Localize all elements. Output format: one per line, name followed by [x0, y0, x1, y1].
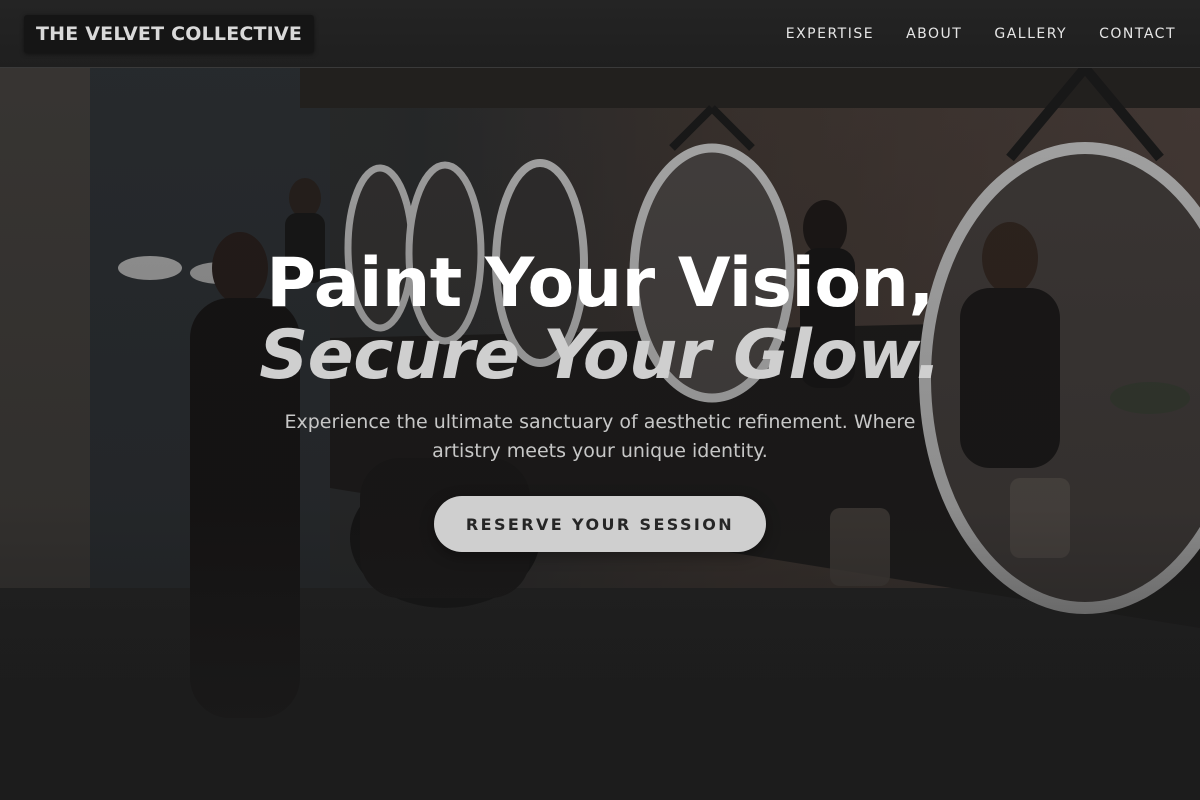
reserve-session-button[interactable]: RESERVE YOUR SESSION: [434, 496, 766, 552]
main-nav: EXPERTISE ABOUT GALLERY CONTACT: [786, 26, 1176, 42]
site-header: THE VELVET COLLECTIVE EXPERTISE ABOUT GA…: [0, 0, 1200, 68]
brand-logo[interactable]: THE VELVET COLLECTIVE: [24, 14, 315, 53]
hero-headline-line-2: Secure Your Glow.: [259, 316, 941, 395]
nav-link-expertise[interactable]: EXPERTISE: [786, 26, 874, 42]
hero-headline-line-1: Paint Your Vision,: [266, 244, 934, 323]
hero-section: Paint Your Vision, Secure Your Glow. Exp…: [0, 68, 1200, 800]
nav-link-contact[interactable]: CONTACT: [1099, 26, 1176, 42]
nav-link-about[interactable]: ABOUT: [906, 26, 962, 42]
hero-subtitle: Experience the ultimate sanctuary of aes…: [284, 411, 916, 462]
nav-link-gallery[interactable]: GALLERY: [994, 26, 1067, 42]
